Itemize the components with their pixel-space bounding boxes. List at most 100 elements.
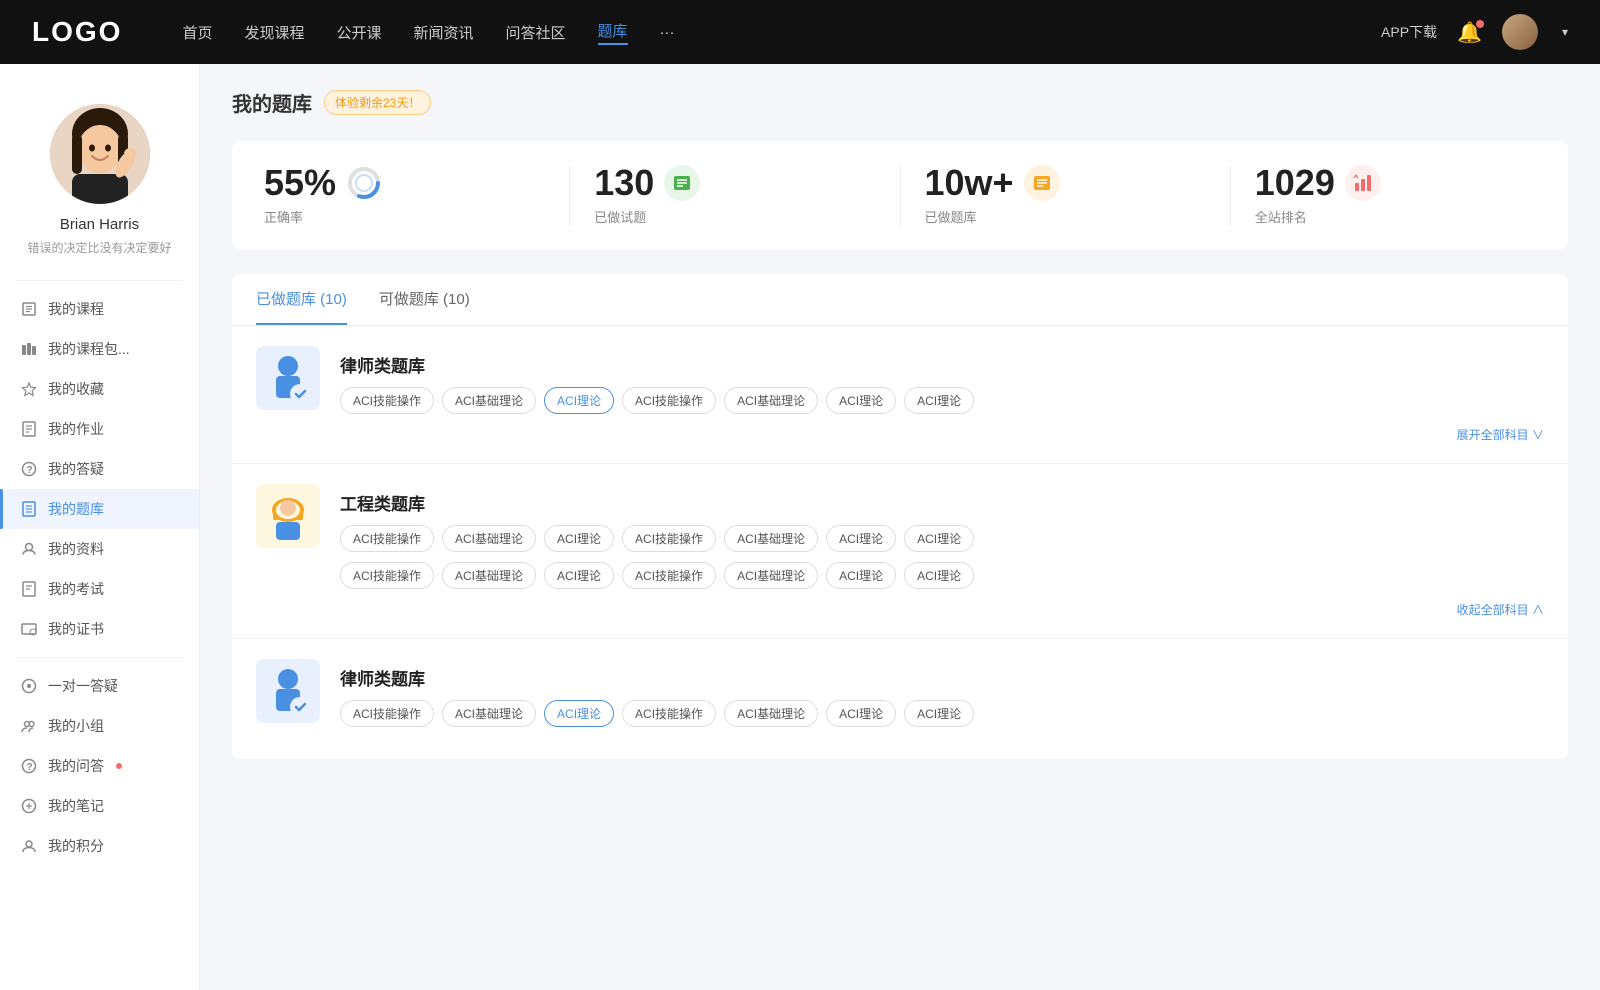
course-icon [20, 300, 38, 318]
sidebar-profile: Brian Harris 错误的决定比没有决定要好 [0, 88, 199, 280]
stat-qbank-main: 10w+ [925, 165, 1060, 201]
qbank-title-lawyer1: 律师类题库 [340, 346, 974, 377]
divider3 [1230, 166, 1231, 226]
stat-qbank-value: 10w+ [925, 165, 1014, 201]
sidebar-label-tutor: 一对一答疑 [48, 676, 118, 696]
eng-tag-11[interactable]: ACI基础理论 [724, 562, 818, 589]
eng-tag-12[interactable]: ACI理论 [826, 562, 896, 589]
sidebar-item-answer[interactable]: ? 我的答疑 [0, 449, 199, 489]
eng-tag-0[interactable]: ACI技能操作 [340, 525, 434, 552]
stat-done-label: 已做试题 [594, 207, 646, 226]
tag-0[interactable]: ACI技能操作 [340, 387, 434, 414]
bar-red-icon [1345, 165, 1381, 201]
expand-lawyer1[interactable]: 展开全部科目 ∨ [256, 426, 1544, 443]
layout: Brian Harris 错误的决定比没有决定要好 我的课程 我的课程包... [0, 64, 1600, 990]
eng-tag-4[interactable]: ACI基础理论 [724, 525, 818, 552]
sidebar-item-course[interactable]: 我的课程 [0, 289, 199, 329]
sidebar-item-package[interactable]: 我的课程包... [0, 329, 199, 369]
eng-tag-5[interactable]: ACI理论 [826, 525, 896, 552]
nav-discover[interactable]: 发现课程 [244, 22, 304, 43]
sidebar-item-tutor[interactable]: 一对一答疑 [0, 666, 199, 706]
stats-card: 55% 正确率 130 [232, 141, 1568, 250]
sidebar-item-points[interactable]: 我的积分 [0, 826, 199, 866]
l2-tag-2[interactable]: ACI理论 [544, 700, 614, 727]
sidebar-label-package: 我的课程包... [48, 339, 130, 359]
sidebar-item-notes[interactable]: 我的笔记 [0, 786, 199, 826]
eng-tag-1[interactable]: ACI基础理论 [442, 525, 536, 552]
eng-tag-13[interactable]: ACI理论 [904, 562, 974, 589]
sidebar-item-group[interactable]: 我的小组 [0, 706, 199, 746]
trial-badge: 体验剩余23天！ [324, 90, 431, 115]
sidebar-item-exam[interactable]: 我的考试 [0, 569, 199, 609]
qbank-tags-engineer1-row2: ACI技能操作 ACI基础理论 ACI理论 ACI技能操作 ACI基础理论 AC… [340, 562, 1544, 589]
sidebar-item-cert[interactable]: 我的证书 [0, 609, 199, 649]
tab-available[interactable]: 可做题库 (10) [379, 274, 470, 325]
sidebar-label-profile: 我的资料 [48, 539, 104, 559]
eng-tag-3[interactable]: ACI技能操作 [622, 525, 716, 552]
eng-tag-10[interactable]: ACI技能操作 [622, 562, 716, 589]
lawyer2-icon [256, 659, 320, 723]
sidebar-label-course: 我的课程 [48, 299, 104, 319]
l2-tag-6[interactable]: ACI理论 [904, 700, 974, 727]
user-name: Brian Harris [20, 216, 179, 233]
sidebar-label-cert: 我的证书 [48, 619, 104, 639]
nav-qa[interactable]: 问答社区 [506, 22, 566, 43]
stat-done-main: 130 [594, 165, 700, 201]
l2-tag-0[interactable]: ACI技能操作 [340, 700, 434, 727]
tag-3[interactable]: ACI技能操作 [622, 387, 716, 414]
sidebar-item-profile[interactable]: 我的资料 [0, 529, 199, 569]
tag-6[interactable]: ACI理论 [904, 387, 974, 414]
stat-accuracy-main: 55% [264, 165, 382, 201]
tabs-content: 已做题库 (10) 可做题库 (10) [232, 274, 1568, 759]
sidebar-item-collect[interactable]: 我的收藏 [0, 369, 199, 409]
qbank-item-engineer1: 工程类题库 ACI技能操作 ACI基础理论 ACI理论 ACI技能操作 ACI基… [232, 464, 1568, 639]
eng-tag-7[interactable]: ACI技能操作 [340, 562, 434, 589]
logo[interactable]: LOGO [32, 16, 122, 48]
nav-more[interactable]: ··· [660, 24, 675, 41]
svg-text:?: ? [27, 465, 33, 476]
l2-tag-3[interactable]: ACI技能操作 [622, 700, 716, 727]
l2-tag-1[interactable]: ACI基础理论 [442, 700, 536, 727]
eng-tag-6[interactable]: ACI理论 [904, 525, 974, 552]
eng-tag-8[interactable]: ACI基础理论 [442, 562, 536, 589]
tab-done[interactable]: 已做题库 (10) [256, 274, 347, 325]
nav-open[interactable]: 公开课 [336, 22, 381, 43]
qbank-tags-lawyer1: ACI技能操作 ACI基础理论 ACI理论 ACI技能操作 ACI基础理论 AC… [340, 387, 974, 414]
stat-done-value: 130 [594, 165, 654, 201]
qbank-header-lawyer2: 律师类题库 ACI技能操作 ACI基础理论 ACI理论 ACI技能操作 ACI基… [256, 659, 1544, 727]
qbank-icon [20, 500, 38, 518]
notification-bell[interactable]: 🔔 [1457, 20, 1482, 45]
sidebar-item-question[interactable]: ? 我的问答 [0, 746, 199, 786]
svg-text:?: ? [27, 762, 33, 773]
eng-tag-9[interactable]: ACI理论 [544, 562, 614, 589]
package-icon [20, 340, 38, 358]
avatar-chevron[interactable]: ▾ [1562, 25, 1568, 39]
eng-tag-2[interactable]: ACI理论 [544, 525, 614, 552]
qbank-info-lawyer2: 律师类题库 ACI技能操作 ACI基础理论 ACI理论 ACI技能操作 ACI基… [340, 659, 974, 727]
engineer1-icon [256, 484, 320, 548]
sidebar-menu: 我的课程 我的课程包... 我的收藏 我的作业 [0, 289, 199, 866]
user-avatar[interactable] [1502, 14, 1538, 50]
tag-4[interactable]: ACI基础理论 [724, 387, 818, 414]
nav-news[interactable]: 新闻资讯 [414, 22, 474, 43]
sidebar-divider [16, 280, 183, 281]
l2-tag-5[interactable]: ACI理论 [826, 700, 896, 727]
tag-2[interactable]: ACI理论 [544, 387, 614, 414]
tabs: 已做题库 (10) 可做题库 (10) [232, 274, 1568, 326]
app-download[interactable]: APP下载 [1381, 22, 1437, 42]
collapse-engineer1[interactable]: 收起全部科目 ∧ [256, 601, 1544, 618]
content-area: 律师类题库 ACI技能操作 ACI基础理论 ACI理论 ACI技能操作 ACI基… [232, 326, 1568, 759]
nav-qbank[interactable]: 题库 [598, 20, 628, 45]
l2-tag-4[interactable]: ACI基础理论 [724, 700, 818, 727]
nav-home[interactable]: 首页 [182, 22, 212, 43]
lawyer1-icon [256, 346, 320, 410]
navigation: LOGO 首页 发现课程 公开课 新闻资讯 问答社区 题库 ··· APP下载 … [0, 0, 1600, 64]
sidebar-item-homework[interactable]: 我的作业 [0, 409, 199, 449]
tag-1[interactable]: ACI基础理论 [442, 387, 536, 414]
divider2 [900, 166, 901, 226]
avatar-svg [50, 104, 150, 204]
sidebar-item-qbank[interactable]: 我的题库 [0, 489, 199, 529]
nav-right: APP下载 🔔 ▾ [1381, 14, 1568, 50]
group-icon [20, 717, 38, 735]
tag-5[interactable]: ACI理论 [826, 387, 896, 414]
